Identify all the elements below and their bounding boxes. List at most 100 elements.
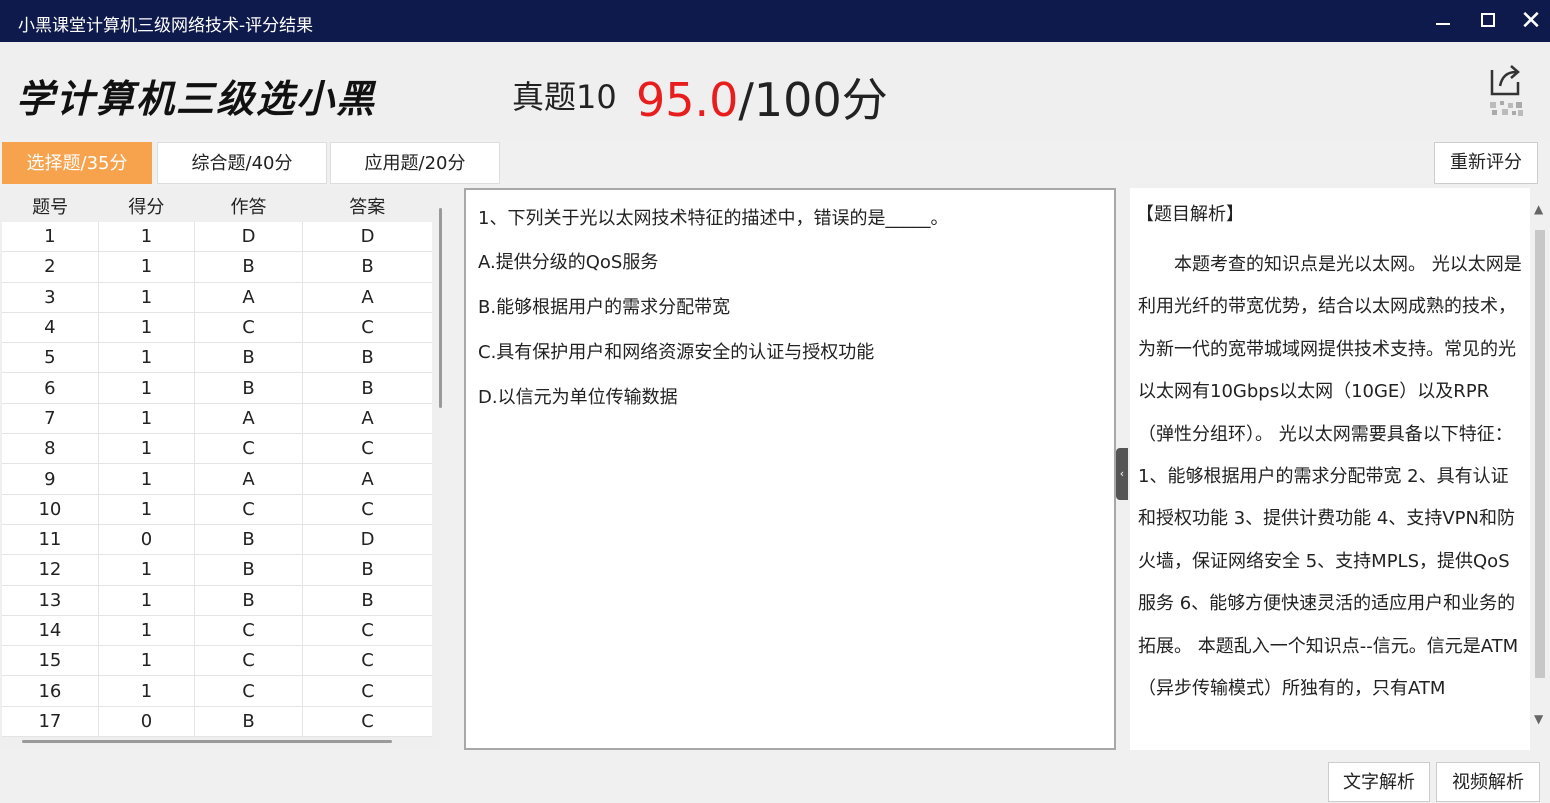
table-row[interactable]: 15 1 C C — [2, 645, 432, 677]
table-row[interactable]: 17 0 B C — [2, 706, 432, 738]
cell-question-number: 12 — [2, 554, 99, 586]
cell-correct-answer: C — [302, 706, 432, 738]
cell-score: 1 — [98, 433, 196, 465]
cell-question-number: 11 — [2, 524, 99, 556]
cell-score: 1 — [98, 554, 196, 586]
cell-score: 1 — [98, 403, 196, 435]
header-question-number: 题号 — [2, 190, 99, 222]
cell-user-answer: B — [194, 251, 304, 283]
cell-question-number: 4 — [2, 312, 99, 344]
score-display: 95.0/100分 — [636, 64, 888, 130]
maximize-button[interactable] — [1476, 8, 1502, 34]
table-row[interactable]: 14 1 C C — [2, 615, 432, 647]
cell-correct-answer: B — [302, 585, 432, 616]
option-b: B.能够根据用户的需求分配带宽 — [478, 297, 731, 318]
score-table-panel: 题号 得分 作答 答案 11DD21BB31AA41CC51BB61BB71AA… — [0, 188, 440, 748]
cell-correct-answer: C — [302, 312, 432, 344]
table-row[interactable]: 61BB — [2, 372, 432, 404]
cell-user-answer: A — [194, 463, 304, 495]
cell-score: 1 — [98, 494, 196, 525]
brand-logo-text: 学计算机三级选小黑 — [16, 77, 377, 121]
cell-question-number: 15 — [2, 645, 99, 677]
cell-user-answer: B — [194, 372, 304, 404]
cell-correct-answer: C — [302, 645, 432, 677]
table-row[interactable]: 12 1 B B — [2, 554, 432, 586]
cell-correct-answer: B — [302, 342, 432, 374]
cell-user-answer: B — [194, 585, 304, 616]
text-analysis-button[interactable]: 文字解析 — [1328, 762, 1430, 802]
cell-correct-answer: B — [302, 251, 432, 283]
cell-user-answer: C — [194, 312, 304, 344]
analysis-text: 本题考查的知识点是光以太网。 光以太网是利用光纤的带宽优势，结合以太网成熟的技术… — [1138, 254, 1522, 700]
scroll-up-arrow-icon[interactable]: ▲ — [1534, 202, 1543, 216]
header: 学计算机三级选小黑 真题10 95.0/100分 — [0, 42, 1550, 140]
option-a: A.提供分级的QoS服务 — [478, 252, 659, 273]
table-row[interactable]: 71AA — [2, 403, 432, 435]
collapse-panel-handle[interactable]: ‹ — [1116, 448, 1128, 500]
cell-question-number: 3 — [2, 282, 99, 313]
header-user-answer: 作答 — [194, 190, 303, 222]
cell-score: 1 — [98, 645, 196, 677]
cell-correct-answer: A — [302, 463, 432, 495]
cell-score: 0 — [98, 706, 196, 738]
table-row[interactable]: 51BB — [2, 342, 432, 374]
score-table: 题号 得分 作答 答案 11DD21BB31AA41CC51BB61BB71AA… — [2, 190, 432, 738]
cell-score: 1 — [98, 615, 196, 647]
share-export-icon[interactable] — [1484, 58, 1526, 100]
rescore-button[interactable]: 重新评分 — [1434, 142, 1538, 184]
cell-correct-answer: C — [302, 433, 432, 465]
cell-question-number: 16 — [2, 675, 99, 707]
cell-correct-answer: C — [302, 675, 432, 707]
analysis-scrollbar[interactable]: ▲ ▼ — [1532, 188, 1548, 750]
analysis-panel: 【题目解析】 本题考查的知识点是光以太网。 光以太网是利用光纤的带宽优势，结合以… — [1130, 188, 1530, 750]
table-row[interactable]: 10 1 C C — [2, 494, 432, 525]
cell-score: 1 — [98, 251, 196, 283]
analysis-scroll-thumb[interactable] — [1535, 230, 1545, 678]
question-panel: 1、下列关于光以太网技术特征的描述中，错误的是_____。 A.提供分级的QoS… — [464, 188, 1116, 750]
tab-choice[interactable]: 选择题/35分 — [2, 142, 152, 184]
table-horizontal-scrollbar[interactable] — [22, 740, 392, 743]
cell-question-number: 8 — [2, 433, 99, 465]
header-score: 得分 — [98, 190, 195, 222]
cell-question-number: 10 — [2, 494, 99, 525]
cell-correct-answer: B — [302, 554, 432, 586]
table-vertical-scrollbar[interactable] — [439, 208, 442, 408]
tab-comprehensive[interactable]: 综合题/40分 — [157, 142, 327, 184]
table-row[interactable]: 81CC — [2, 433, 432, 465]
cell-user-answer: A — [194, 403, 304, 435]
cell-question-number: 2 — [2, 251, 99, 283]
cell-question-number: 9 — [2, 463, 99, 495]
table-row[interactable]: 91AA — [2, 463, 432, 495]
scroll-down-arrow-icon[interactable]: ▼ — [1534, 712, 1543, 726]
cell-user-answer: B — [194, 554, 304, 586]
cell-question-number: 5 — [2, 342, 99, 374]
cell-user-answer: C — [194, 675, 304, 707]
cell-user-answer: C — [194, 433, 304, 465]
cell-score: 0 — [98, 524, 196, 556]
table-row[interactable]: 13 1 B B — [2, 585, 432, 616]
table-row[interactable]: 31AA — [2, 282, 432, 313]
cell-user-answer: C — [194, 645, 304, 677]
tab-application[interactable]: 应用题/20分 — [330, 142, 500, 184]
cell-user-answer: B — [194, 706, 304, 738]
minimize-button[interactable] — [1430, 8, 1456, 34]
table-row[interactable]: 16 1 C C — [2, 675, 432, 707]
cell-correct-answer: B — [302, 372, 432, 404]
cell-user-answer: B — [194, 342, 304, 374]
cell-score: 1 — [98, 463, 196, 495]
cell-user-answer: B — [194, 524, 304, 556]
cell-question-number: 17 — [2, 706, 99, 738]
cell-score: 1 — [98, 585, 196, 616]
cell-correct-answer: A — [302, 282, 432, 313]
table-row[interactable]: 41CC — [2, 312, 432, 344]
question-stem: 1、下列关于光以太网技术特征的描述中，错误的是_____。 — [478, 208, 949, 229]
table-row[interactable]: 21BB — [2, 251, 432, 283]
cell-correct-answer: A — [302, 403, 432, 435]
table-row[interactable]: 11 0 B D — [2, 524, 432, 556]
video-analysis-button[interactable]: 视频解析 — [1436, 762, 1540, 802]
qr-code-icon — [1488, 100, 1524, 118]
cell-score: 1 — [98, 222, 196, 253]
close-button[interactable]: ✕ — [1518, 8, 1544, 34]
cell-correct-answer: C — [302, 494, 432, 525]
table-row[interactable]: 11DD — [2, 222, 432, 253]
